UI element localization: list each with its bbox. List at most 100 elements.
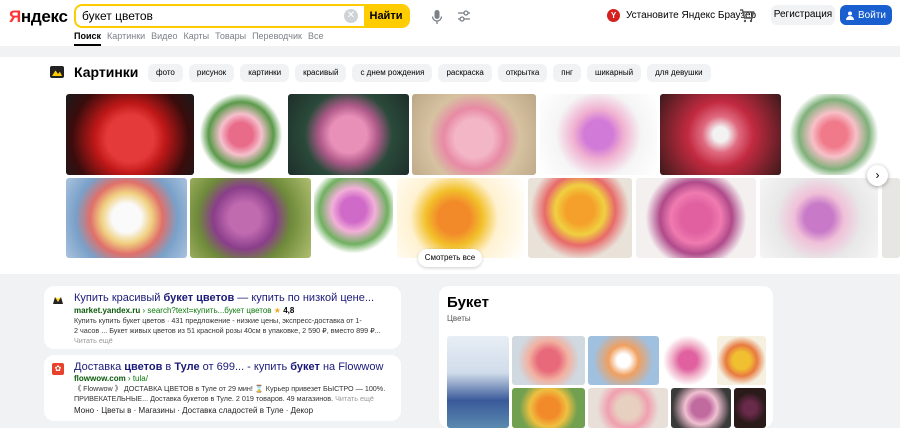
result-title-bold: цветов: [124, 361, 163, 373]
filters-icon[interactable]: [457, 9, 471, 23]
tag-chip[interactable]: фото: [148, 64, 183, 82]
result-title-text: Купить красивый: [74, 292, 164, 304]
panel-image[interactable]: [512, 388, 585, 428]
tab-products[interactable]: Товары: [215, 31, 246, 46]
search-button[interactable]: Найти: [364, 6, 408, 26]
images-block: Картинки фото рисунок картинки красивый …: [0, 57, 900, 274]
tag-chip[interactable]: для девушки: [647, 64, 711, 82]
search-tabs: Поиск Картинки Видео Карты Товары Перево…: [74, 31, 323, 46]
result-title-link[interactable]: Купить красивый букет цветов — купить по…: [74, 292, 374, 304]
result-title-text: в: [162, 361, 175, 373]
tag-chip[interactable]: шикарный: [586, 64, 642, 82]
image-thumbnail[interactable]: [412, 94, 536, 175]
header: Яндекс ✕ Найти Y Установите Яндекс Брауз…: [0, 0, 900, 46]
image-thumbnail[interactable]: [314, 178, 393, 258]
panel-image[interactable]: [588, 336, 659, 385]
panel-image[interactable]: [447, 336, 509, 428]
result-rating: 4,8: [283, 306, 295, 315]
logo-rest: ндекс: [20, 7, 68, 26]
read-more-link[interactable]: Читать ещё: [74, 336, 394, 346]
images-title: Картинки: [74, 64, 139, 80]
snippet-line: 2 часов ... Букет живых цветов из 51 кра…: [74, 326, 381, 335]
panel-image[interactable]: [662, 336, 714, 385]
tag-chip[interactable]: рисунок: [188, 64, 235, 82]
market-favicon: [53, 297, 63, 304]
result-url[interactable]: flowwow.com › tula/: [74, 374, 148, 383]
image-thumbnail[interactable]: [288, 94, 409, 175]
result-title-text: — купить по низкой цене...: [234, 292, 375, 304]
tag-chip[interactable]: картинки: [240, 64, 290, 82]
image-gallery-icon: [50, 66, 64, 78]
result-domain: market.yandex.ru: [74, 306, 141, 315]
search-box: ✕ Найти: [74, 4, 410, 28]
image-thumbnail[interactable]: [540, 94, 657, 175]
login-button[interactable]: Войти: [840, 5, 892, 25]
login-label: Войти: [858, 9, 886, 21]
flowwow-favicon: ✿: [52, 363, 64, 375]
sitelink[interactable]: Моно: [74, 406, 94, 415]
image-thumbnail[interactable]: [190, 178, 311, 258]
panel-image[interactable]: [512, 336, 585, 385]
result-title-link[interactable]: Доставка цветов в Туле от 699... - купит…: [74, 361, 383, 373]
logo-letter: Я: [9, 7, 21, 26]
browser-promo-link[interactable]: Y Установите Яндекс Браузер: [607, 9, 756, 22]
search-result: Купить красивый букет цветов — купить по…: [44, 286, 401, 349]
result-title-text: на Flowwow: [319, 361, 384, 373]
tag-chip[interactable]: с днем рождения: [352, 64, 433, 82]
see-all-button[interactable]: Смотреть все: [418, 249, 482, 267]
yandex-browser-icon: Y: [607, 9, 620, 22]
result-url[interactable]: market.yandex.ru › search?text=купить...…: [74, 306, 294, 315]
tag-chip[interactable]: красивый: [295, 64, 347, 82]
sitelink[interactable]: Цветы в: [101, 406, 131, 415]
sitelink[interactable]: Магазины: [138, 406, 175, 415]
result-snippet: Купить купить букет цветов · 431 предлож…: [74, 316, 394, 346]
result-title-text: от 699... - купить: [199, 361, 291, 373]
microphone-icon[interactable]: [430, 9, 444, 25]
result-path: › tula/: [125, 374, 148, 383]
image-thumbnail[interactable]: [66, 178, 187, 258]
cart-icon[interactable]: [739, 9, 755, 23]
image-thumbnail[interactable]: [528, 178, 632, 258]
star-icon: ★: [273, 306, 281, 315]
panel-image[interactable]: [734, 388, 766, 428]
register-button[interactable]: Регистрация: [771, 5, 835, 25]
tab-images[interactable]: Картинки: [107, 31, 145, 46]
image-thumbnail[interactable]: [198, 94, 284, 175]
user-icon: [846, 11, 854, 20]
tab-video[interactable]: Видео: [151, 31, 177, 46]
snippet-line: 《 Flowwow 》 ДОСТАВКА ЦВЕТОВ в Туле от 29…: [74, 384, 386, 393]
panel-image[interactable]: [671, 388, 731, 428]
images-next-button[interactable]: ›: [867, 165, 888, 186]
image-thumbnail[interactable]: [397, 178, 524, 258]
browser-promo-label: Установите Яндекс Браузер: [626, 10, 757, 21]
panel-image[interactable]: [717, 336, 766, 385]
images-heading[interactable]: Картинки: [50, 64, 138, 80]
clear-icon[interactable]: ✕: [344, 9, 358, 23]
image-thumbnail[interactable]: [760, 178, 878, 258]
tab-search[interactable]: Поиск: [74, 31, 102, 46]
tab-translator[interactable]: Переводчик: [252, 31, 302, 46]
image-tags: фото рисунок картинки красивый с днем ро…: [148, 64, 711, 82]
image-thumbnail[interactable]: [882, 178, 900, 258]
read-more-link[interactable]: Читать ещё: [335, 394, 374, 403]
image-thumbnail[interactable]: [660, 94, 781, 175]
search-result: ✿ Доставка цветов в Туле от 699... - куп…: [44, 355, 401, 421]
image-thumbnail[interactable]: [785, 94, 883, 175]
sitelink[interactable]: Декор: [291, 406, 313, 415]
tab-maps[interactable]: Карты: [183, 31, 209, 46]
result-title-bold: Туле: [174, 361, 200, 373]
search-input[interactable]: [76, 6, 344, 26]
result-title-text: Доставка: [74, 361, 125, 373]
sitelinks: Моно · Цветы в · Магазины · Доставка сла…: [74, 406, 314, 415]
tag-chip[interactable]: пнг: [553, 64, 581, 82]
panel-image[interactable]: [588, 388, 668, 428]
tab-all[interactable]: Все: [308, 31, 324, 46]
tag-chip[interactable]: раскраска: [438, 64, 492, 82]
image-thumbnail[interactable]: [636, 178, 756, 258]
sitelink[interactable]: Доставка сладостей в Туле: [182, 406, 283, 415]
tag-chip[interactable]: открытка: [497, 64, 548, 82]
knowledge-panel: Букет Цветы: [439, 286, 773, 428]
panel-subtitle: Цветы: [447, 314, 471, 323]
yandex-logo[interactable]: Яндекс: [9, 7, 68, 27]
image-thumbnail[interactable]: [66, 94, 194, 175]
